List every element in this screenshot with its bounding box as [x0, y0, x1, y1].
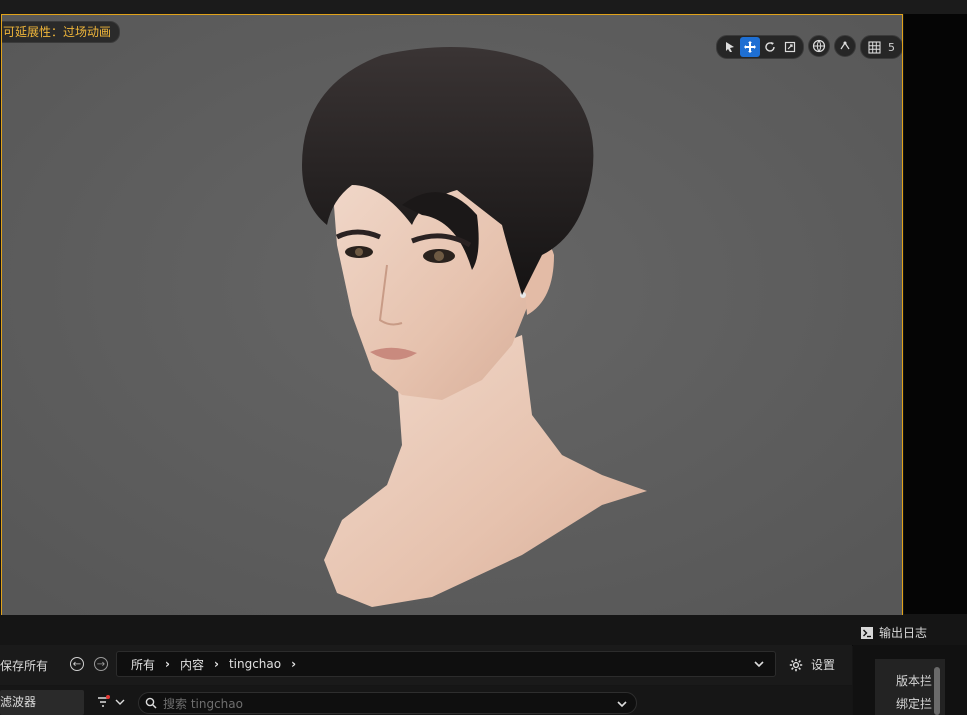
surface-snap-icon[interactable]	[834, 35, 856, 57]
details-item-version[interactable]: 版本拦	[896, 672, 932, 689]
select-tool-icon[interactable]	[720, 37, 740, 57]
save-all-button[interactable]: 保存所有	[0, 657, 48, 674]
grid-snap-icon[interactable]	[864, 37, 884, 57]
gear-icon	[789, 658, 803, 671]
output-log-label: 输出日志	[879, 626, 928, 640]
filter-icon	[98, 695, 110, 707]
settings-label: 设置	[811, 658, 836, 672]
3d-viewport[interactable]: 可延展性：过场动画 5	[1, 14, 903, 616]
path-breadcrumb[interactable]: 所有 › 内容 › tingchao ›	[116, 651, 776, 677]
character-head-model	[2, 15, 902, 615]
breadcrumb-content[interactable]: 内容	[180, 656, 204, 673]
search-input[interactable]: 搜索 tingchao	[138, 692, 637, 714]
chevron-down-icon[interactable]	[616, 698, 628, 710]
search-icon	[145, 697, 157, 709]
rotate-tool-icon[interactable]	[760, 37, 780, 57]
world-space-icon[interactable]	[808, 35, 830, 57]
details-item-binding[interactable]: 绑定拦	[896, 695, 932, 712]
grid-snap-group[interactable]: 5	[860, 35, 902, 59]
chevron-right-icon: ›	[165, 657, 170, 671]
panel-tab-bar	[0, 615, 967, 646]
forward-button[interactable]: →	[94, 657, 108, 671]
search-placeholder: 搜索 tingchao	[163, 696, 243, 711]
viewport-side-strip	[904, 14, 967, 614]
breadcrumb-folder[interactable]: tingchao	[229, 657, 281, 671]
chevron-down-icon[interactable]	[753, 658, 765, 670]
filter-tab[interactable]: 滤波器	[0, 690, 84, 715]
settings-button[interactable]: 设置	[789, 656, 835, 673]
output-log-icon	[861, 626, 873, 639]
filter-label: 滤波器	[0, 695, 37, 709]
chevron-down-icon	[115, 699, 125, 705]
filter-options-button[interactable]	[97, 695, 125, 709]
move-tool-icon[interactable]	[740, 37, 760, 57]
breadcrumb-all[interactable]: 所有	[131, 656, 155, 673]
top-bar	[0, 0, 967, 14]
output-log-tab[interactable]: 输出日志	[861, 624, 927, 641]
transform-tools	[716, 35, 804, 59]
details-scrollbar[interactable]	[934, 667, 940, 715]
chevron-right-icon: ›	[291, 657, 297, 671]
back-button[interactable]: ←	[70, 657, 84, 671]
scalability-badge[interactable]: 可延展性：过场动画	[2, 21, 121, 43]
scale-tool-icon[interactable]	[780, 37, 800, 57]
viewport-toolbar: 5 1	[716, 35, 902, 59]
chevron-right-icon: ›	[213, 657, 219, 671]
grid-size-value: 5	[888, 40, 895, 54]
